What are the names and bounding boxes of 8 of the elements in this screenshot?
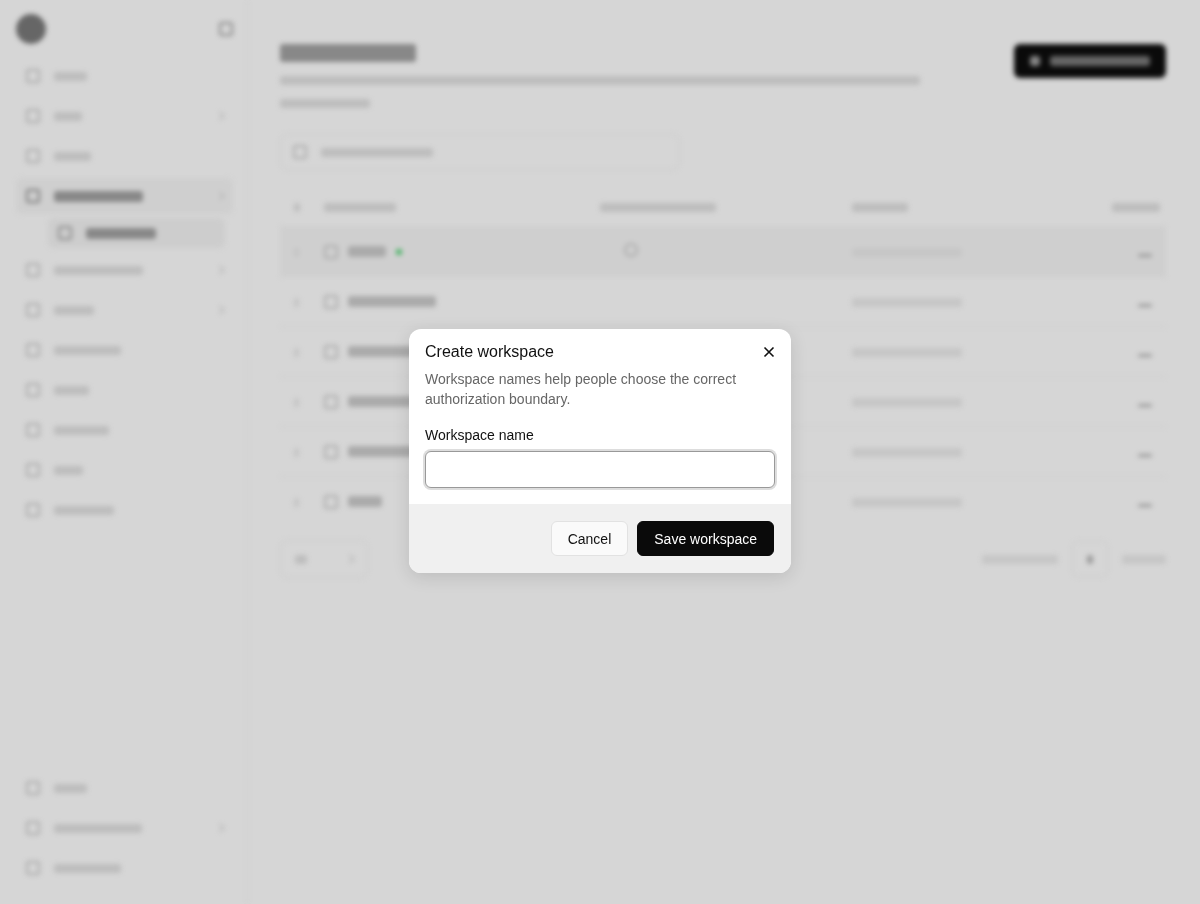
close-icon (763, 346, 775, 358)
field-label: Workspace name (425, 427, 535, 443)
dialog-description: Workspace names help people choose the correct authorization boundary. (425, 370, 738, 409)
cancel-button[interactable]: Cancel (550, 521, 629, 556)
close-button[interactable] (763, 346, 775, 358)
dialog-title: Create workspace (425, 343, 554, 361)
workspace-name-field[interactable] (425, 451, 775, 488)
save-button[interactable]: Save workspace (637, 521, 774, 556)
